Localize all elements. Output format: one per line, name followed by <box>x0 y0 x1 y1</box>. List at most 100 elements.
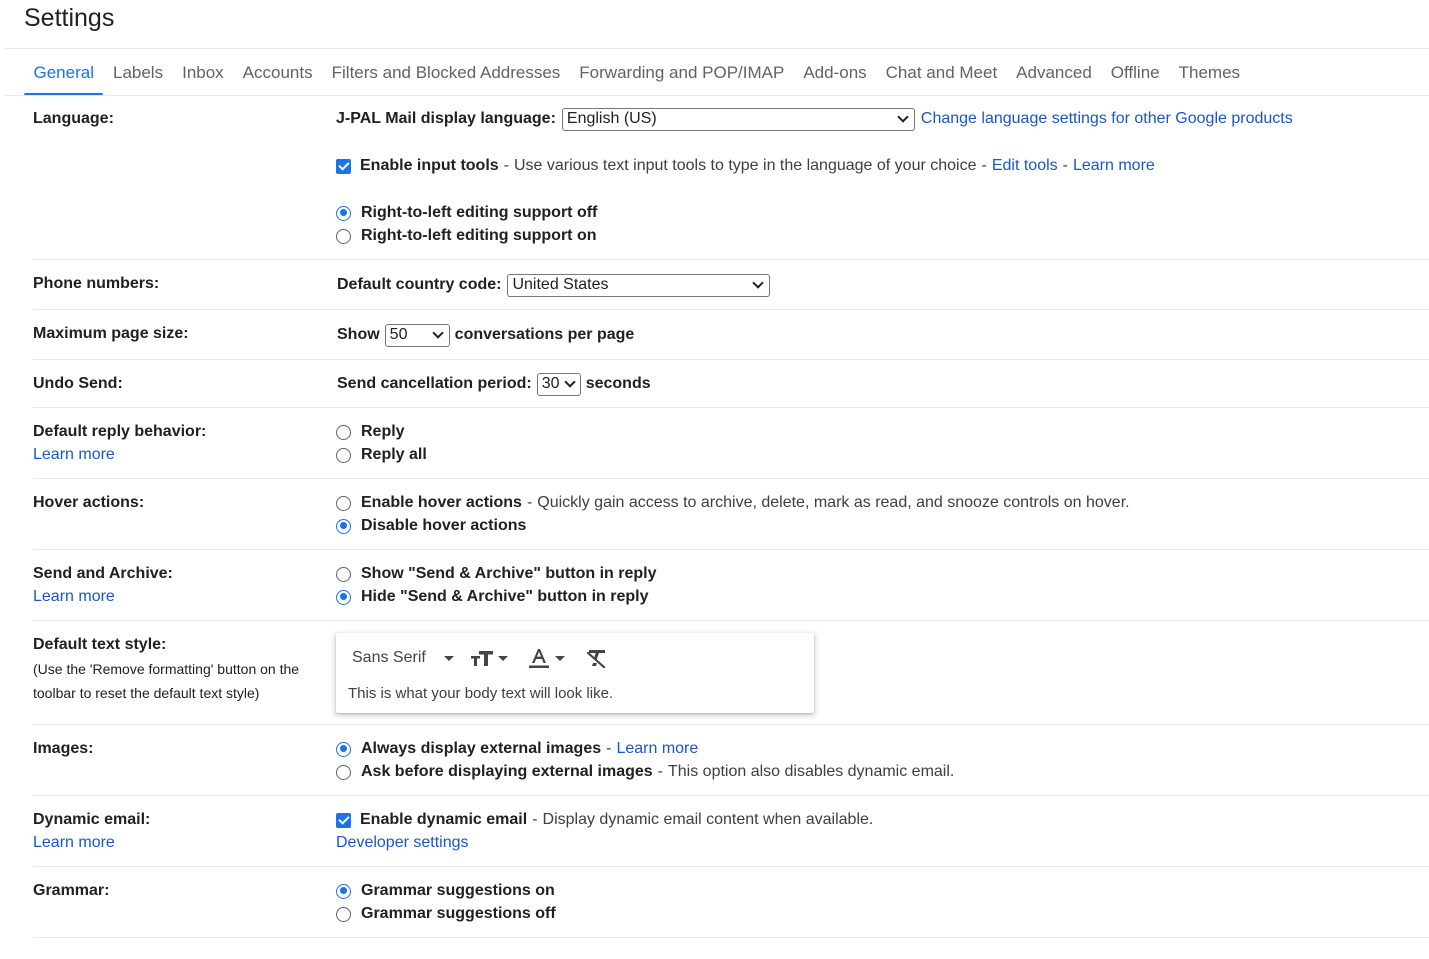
divider <box>33 620 1429 621</box>
grammar-off-option[interactable]: Grammar suggestions off <box>336 903 556 925</box>
chevron-down-icon <box>752 277 765 289</box>
rtl-on-option[interactable]: Right-to-left editing support on <box>336 225 597 247</box>
cancellation-period-select[interactable]: 30 <box>536 372 581 396</box>
reply-option[interactable]: Reply <box>336 421 405 443</box>
grammar-on-radio[interactable] <box>336 883 351 899</box>
images-learn-more-link[interactable]: Learn more <box>616 740 698 758</box>
input-tools-label: Enable input tools <box>360 157 499 174</box>
tab-forwarding[interactable]: Forwarding and POP/IMAP <box>570 60 794 96</box>
tab-accounts[interactable]: Accounts <box>233 60 322 96</box>
always-display-images-option[interactable]: Always display external images - Learn m… <box>336 738 698 760</box>
rtl-off-radio[interactable] <box>336 205 351 221</box>
reply-behavior-label: Default reply behavior: <box>33 423 207 440</box>
developer-settings-link[interactable]: Developer settings <box>336 832 469 854</box>
rtl-off-option[interactable]: Right-to-left editing support off <box>336 202 597 224</box>
ask-before-images-option[interactable]: Ask before displaying external images - … <box>336 761 954 783</box>
tab-inbox[interactable]: Inbox <box>173 60 234 96</box>
tab-filters[interactable]: Filters and Blocked Addresses <box>322 60 570 96</box>
show-send-archive-radio[interactable] <box>336 566 351 582</box>
input-tools-checkbox[interactable] <box>336 158 351 174</box>
text-style-label: Default text style: <box>33 636 167 653</box>
always-display-images-radio[interactable] <box>336 741 351 757</box>
display-language-select[interactable]: English (US) <box>561 107 915 131</box>
cancellation-period-label: Send cancellation period: <box>337 375 532 392</box>
reply-all-label: Reply all <box>361 446 427 463</box>
send-archive-learn-more-link[interactable]: Learn more <box>33 588 115 606</box>
dynamic-email-row: Enable dynamic email - Display dynamic e… <box>336 809 873 831</box>
undo-send-row: Send cancellation period: 30 seconds <box>337 372 651 396</box>
country-code-label: Default country code: <box>337 276 502 293</box>
page-title: Settings <box>24 4 115 32</box>
tab-general[interactable]: General <box>24 60 104 96</box>
divider <box>33 309 1429 310</box>
dynamic-email-checkbox[interactable] <box>336 812 351 828</box>
page-size-suffix: conversations per page <box>454 326 635 343</box>
disable-hover-radio[interactable] <box>336 518 351 534</box>
page-size-select[interactable]: 50 <box>384 323 450 347</box>
show-send-archive-option[interactable]: Show "Send & Archive" button in reply <box>336 563 657 585</box>
reply-radio[interactable] <box>336 424 351 440</box>
reply-label: Reply <box>361 423 405 440</box>
divider <box>33 795 1429 796</box>
page-size-value: 50 <box>389 326 408 343</box>
dynamic-email-label: Dynamic email: <box>33 811 151 828</box>
chevron-down-icon <box>897 111 909 123</box>
rtl-off-label: Right-to-left editing support off <box>361 204 598 221</box>
tab-labels[interactable]: Labels <box>103 60 172 96</box>
grammar-on-option[interactable]: Grammar suggestions on <box>336 880 555 902</box>
chevron-down-icon <box>563 376 576 388</box>
disable-hover-option[interactable]: Disable hover actions <box>336 515 526 537</box>
page-size-row: Show 50 conversations per page <box>337 323 634 347</box>
tab-addons[interactable]: Add-ons <box>794 60 876 96</box>
input-tools-learn-more-link[interactable]: Learn more <box>1073 157 1155 175</box>
dropdown-caret-icon <box>498 655 508 661</box>
font-size-dropdown[interactable] <box>470 647 508 669</box>
tab-themes[interactable]: Themes <box>1169 60 1249 96</box>
ask-before-images-label: Ask before displaying external images <box>361 763 653 780</box>
display-language-row: J-PAL Mail display language: English (US… <box>336 107 1293 131</box>
remove-formatting-button[interactable] <box>586 647 608 669</box>
images-label: Images: <box>33 740 94 757</box>
tab-advanced[interactable]: Advanced <box>1007 60 1102 96</box>
chevron-down-icon <box>432 327 444 339</box>
grammar-on-label: Grammar suggestions on <box>361 882 555 899</box>
enable-hover-description: Quickly gain access to archive, delete, … <box>537 494 1130 511</box>
dropdown-caret-icon <box>443 655 454 661</box>
reply-learn-more-link[interactable]: Learn more <box>33 446 115 464</box>
tab-offline[interactable]: Offline <box>1101 60 1169 96</box>
dynamic-email-enable-label: Enable dynamic email <box>360 811 528 828</box>
font-family-dropdown[interactable]: Sans Serif <box>352 647 454 669</box>
country-code-row: Default country code: United States <box>337 273 771 297</box>
edit-tools-link[interactable]: Edit tools <box>992 157 1058 175</box>
reply-all-radio[interactable] <box>336 447 351 463</box>
tab-chat-meet[interactable]: Chat and Meet <box>876 60 1007 96</box>
divider <box>33 259 1429 260</box>
display-language-value: English (US) <box>566 110 657 127</box>
page-size-show-label: Show <box>337 326 380 343</box>
enable-hover-radio[interactable] <box>336 495 351 511</box>
title-divider <box>5 48 1429 49</box>
hide-send-archive-radio[interactable] <box>336 589 351 605</box>
display-language-label: J-PAL Mail display language: <box>336 110 556 127</box>
enable-hover-option[interactable]: Enable hover actions - Quickly gain acce… <box>336 492 1130 514</box>
hide-send-archive-option[interactable]: Hide "Send & Archive" button in reply <box>336 586 649 608</box>
hover-actions-label: Hover actions: <box>33 494 145 511</box>
grammar-label: Grammar: <box>33 882 110 899</box>
text-color-dropdown[interactable] <box>528 647 565 669</box>
divider <box>33 866 1429 867</box>
grammar-off-label: Grammar suggestions off <box>361 905 556 922</box>
ask-before-images-radio[interactable] <box>336 764 351 780</box>
hide-send-archive-label: Hide "Send & Archive" button in reply <box>361 588 649 605</box>
dropdown-caret-icon <box>555 655 565 661</box>
rtl-on-radio[interactable] <box>336 228 351 244</box>
phone-numbers-label: Phone numbers: <box>33 275 160 292</box>
change-language-link[interactable]: Change language settings for other Googl… <box>921 110 1293 128</box>
country-code-select[interactable]: United States <box>507 273 771 297</box>
tabs-divider <box>5 95 1429 96</box>
grammar-off-radio[interactable] <box>336 906 351 922</box>
dynamic-email-learn-more-link[interactable]: Learn more <box>33 834 115 852</box>
country-code-value: United States <box>512 276 609 293</box>
disable-hover-label: Disable hover actions <box>361 517 527 534</box>
text-style-editor: Sans Serif This is what your body text w… <box>336 633 814 713</box>
reply-all-option[interactable]: Reply all <box>336 444 427 466</box>
